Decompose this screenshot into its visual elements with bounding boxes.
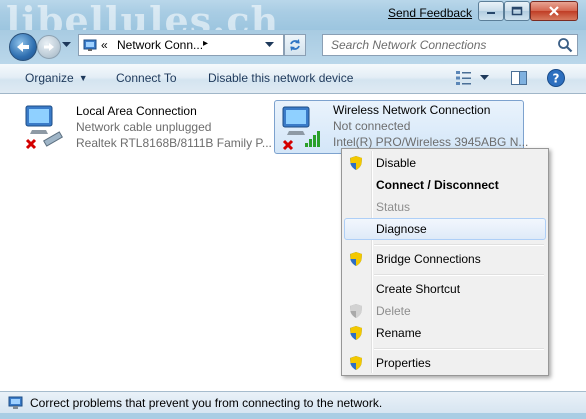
connection-item-wireless[interactable]: Wireless Network Connection Not connecte…	[274, 100, 528, 154]
address-bar[interactable]: « Network Conn... ▸	[78, 34, 284, 56]
refresh-icon	[290, 39, 300, 51]
disable-device-button[interactable]: Disable this network device	[208, 71, 353, 85]
svg-text:?: ?	[553, 72, 560, 86]
search-placeholder: Search Network Connections	[331, 38, 487, 52]
wireless-network-adapter-icon	[282, 106, 320, 151]
connection-status: Network cable unplugged	[76, 120, 212, 134]
menu-item-label: Status	[376, 200, 411, 214]
shield-icon	[350, 252, 362, 266]
connection-device: Realtek RTL8168B/8111B Family P...	[76, 136, 272, 150]
forward-arrow-icon	[44, 43, 54, 51]
menu-item-label: Delete	[376, 304, 411, 318]
context-menu: Disable Connect / Disconnect Status Diag…	[341, 148, 549, 376]
organize-label: Organize	[25, 71, 74, 85]
wired-network-adapter-icon	[25, 105, 63, 150]
minimize-icon	[487, 12, 495, 14]
minimize-button[interactable]	[478, 1, 504, 21]
connection-device: Intel(R) PRO/Wireless 3945ABG N...	[333, 135, 529, 149]
menu-separator	[374, 348, 544, 350]
shield-icon	[350, 356, 362, 370]
forward-button[interactable]	[37, 35, 61, 59]
title-bar: libellules.ch Send Feedback	[0, 0, 586, 43]
status-text: Correct problems that prevent you from c…	[30, 396, 383, 410]
menu-item-label: Disable	[376, 156, 417, 170]
connection-name: Local Area Connection	[76, 104, 197, 118]
shield-icon	[350, 326, 362, 340]
network-folder-icon	[83, 39, 97, 51]
menu-item-create-shortcut[interactable]: Create Shortcut	[344, 278, 546, 300]
help-icon[interactable]: ?	[546, 68, 566, 88]
status-bar: Correct problems that prevent you from c…	[0, 391, 586, 413]
network-status-icon	[8, 396, 23, 409]
maximize-icon	[511, 6, 523, 16]
command-bar: Organize ▼ Connect To Disable this networ…	[0, 64, 586, 94]
menu-item-bridge-connections[interactable]: Bridge Connections	[344, 248, 546, 270]
chevron-down-icon: ▼	[78, 73, 88, 83]
menu-item-label: Create Shortcut	[376, 282, 461, 296]
shield-icon	[350, 156, 362, 170]
address-dropdown-icon[interactable]	[265, 42, 274, 48]
menu-item-properties[interactable]: Properties	[344, 352, 546, 374]
close-button[interactable]	[530, 1, 578, 21]
connect-to-button[interactable]: Connect To	[116, 71, 177, 85]
send-feedback-link[interactable]: Send Feedback	[388, 6, 472, 20]
menu-separator	[374, 274, 544, 276]
back-arrow-icon	[17, 42, 29, 52]
menu-item-delete: Delete	[344, 300, 546, 322]
navigation-bar: « Network Conn... ▸ Search Network Conne…	[0, 30, 586, 64]
organize-menu-button[interactable]: Organize ▼	[25, 71, 88, 85]
window-bottom-frame	[0, 413, 586, 419]
menu-separator	[374, 244, 544, 246]
menu-item-label: Connect / Disconnect	[376, 178, 499, 192]
back-button[interactable]	[9, 33, 37, 61]
refresh-button[interactable]	[284, 34, 306, 56]
change-view-icon[interactable]	[455, 69, 473, 87]
menu-item-connect-disconnect[interactable]: Connect / Disconnect	[344, 174, 546, 196]
connection-status: Not connected	[333, 119, 411, 133]
menu-item-diagnose[interactable]: Diagnose	[344, 218, 546, 240]
menu-item-label: Bridge Connections	[376, 252, 481, 266]
maximize-button[interactable]	[504, 1, 530, 21]
close-icon	[549, 6, 559, 16]
network-connections-window: libellules.ch Send Feedback « Network Co…	[0, 0, 586, 419]
breadcrumb-overflow[interactable]: «	[101, 38, 108, 52]
menu-item-status: Status	[344, 196, 546, 218]
search-icon[interactable]	[557, 37, 573, 53]
menu-item-label: Properties	[376, 356, 431, 370]
preview-pane-icon[interactable]	[510, 69, 528, 87]
connection-item-local-area[interactable]: Local Area Connection Network cable unpl…	[20, 102, 272, 154]
menu-item-label: Diagnose	[376, 222, 427, 236]
breadcrumb-network-connections[interactable]: Network Conn...	[117, 38, 203, 52]
menu-item-rename[interactable]: Rename	[344, 322, 546, 344]
menu-item-disable[interactable]: Disable	[344, 152, 546, 174]
menu-item-label: Rename	[376, 326, 422, 340]
shield-icon	[350, 304, 362, 318]
recent-pages-dropdown[interactable]	[62, 42, 71, 48]
search-box[interactable]: Search Network Connections	[322, 34, 578, 56]
breadcrumb-separator-arrow[interactable]: ▸	[203, 38, 208, 49]
connection-name: Wireless Network Connection	[333, 103, 491, 117]
view-options-chevron-icon[interactable]	[480, 75, 489, 81]
